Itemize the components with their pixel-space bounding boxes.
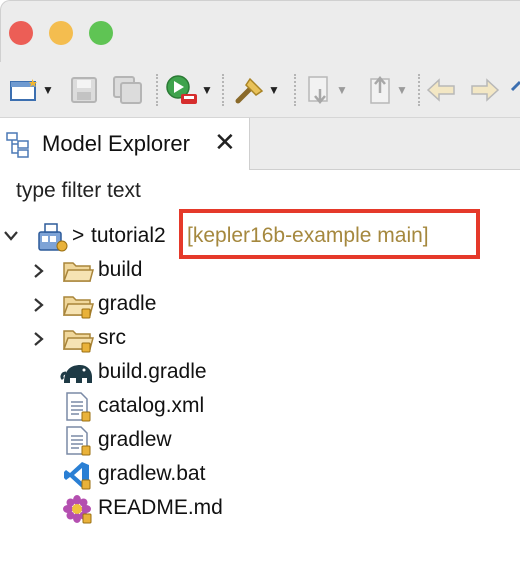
run-icon [166, 75, 197, 104]
markdown-flower-icon [63, 495, 92, 524]
chevron-right-icon[interactable] [33, 297, 45, 313]
save-button[interactable] [70, 70, 98, 110]
forward-icon [471, 78, 500, 102]
chevron-down-icon[interactable] [3, 230, 19, 242]
toolbar-separator [222, 74, 226, 106]
tree-item-build[interactable]: build [0, 254, 520, 288]
toolbar-separator [156, 74, 160, 106]
folder-icon [62, 296, 94, 319]
toolbar-separator [418, 74, 422, 106]
tree-item-src[interactable]: src [0, 322, 520, 356]
chevron-right-icon[interactable] [33, 263, 45, 279]
tools-icon [235, 77, 264, 104]
back-button[interactable] [426, 70, 458, 110]
previous-annotation-icon [370, 76, 390, 104]
tree-item-label: build [98, 258, 143, 281]
tree-item-gradlew[interactable]: gradlew [0, 424, 520, 458]
overflow-icon [510, 80, 520, 92]
text-file-icon [66, 426, 91, 456]
chevron-right-icon[interactable] [33, 331, 45, 347]
gradle-elephant-icon [60, 365, 92, 383]
run-button[interactable]: ▼ [165, 70, 213, 110]
model-explorer-icon [6, 132, 29, 158]
chevron-down-icon[interactable]: ▼ [396, 83, 408, 97]
folder-icon [62, 262, 94, 282]
previous-annotation-button[interactable]: ▼ [366, 70, 408, 110]
vscode-file-icon [64, 462, 91, 490]
next-annotation-button[interactable]: ▼ [306, 70, 348, 110]
tree-item-gradle[interactable]: gradle [0, 288, 520, 322]
filter-bar [0, 172, 520, 210]
tools-button[interactable]: ▼ [234, 70, 280, 110]
tree-item-gradlew-bat[interactable]: gradlew.bat [0, 458, 520, 492]
close-window-button[interactable] [9, 21, 33, 45]
tree-item-catalog-xml[interactable]: catalog.xml [0, 390, 520, 424]
chevron-down-icon[interactable]: ▼ [336, 83, 348, 97]
back-icon [426, 78, 455, 102]
chevron-down-icon[interactable]: ▼ [42, 83, 54, 97]
tab-label: Model Explorer [42, 131, 190, 156]
more-toolbar-button[interactable] [510, 70, 520, 110]
tree-item-label: gradlew [98, 428, 172, 451]
new-wizard-button[interactable]: ▼ [10, 70, 54, 110]
highlight-box [179, 209, 480, 259]
forward-button[interactable] [468, 70, 500, 110]
close-icon[interactable]: ✕ [214, 127, 236, 158]
new-wizard-icon [10, 79, 37, 101]
save-icon [71, 77, 97, 103]
next-annotation-icon [308, 76, 328, 104]
text-file-icon [66, 392, 91, 422]
chevron-down-icon[interactable]: ▼ [268, 83, 280, 97]
folder-icon [62, 330, 94, 353]
chevron-down-icon[interactable]: ▼ [201, 83, 213, 97]
main-toolbar: ▼ ▼ ▼ ▼ ▼ [0, 62, 520, 118]
tab-model-explorer[interactable]: Model Explorer ✕ [0, 118, 250, 170]
tree-item-readme-md[interactable]: README.md [0, 492, 520, 526]
project-icon [38, 223, 68, 252]
tree-item-label: gradle [98, 292, 157, 315]
project-name: tutorial2 [91, 224, 166, 247]
save-all-icon [113, 76, 142, 104]
tree-item-label: gradlew.bat [98, 462, 206, 485]
toolbar-separator [294, 74, 298, 106]
filter-input[interactable] [6, 174, 516, 208]
tree-item-build-gradle[interactable]: build.gradle [0, 356, 520, 390]
tree-item-label: catalog.xml [98, 394, 205, 417]
project-arrow: > [72, 224, 85, 247]
minimize-window-button[interactable] [49, 21, 73, 45]
tree-item-label: README.md [98, 496, 223, 519]
window-titlebar [0, 0, 520, 62]
view-tab-bar: Model Explorer ✕ [0, 118, 520, 170]
save-all-button[interactable] [112, 70, 144, 110]
tree-item-label: build.gradle [98, 360, 207, 383]
zoom-window-button[interactable] [89, 21, 113, 45]
tab-divider [250, 169, 520, 170]
tree-item-label: src [98, 326, 126, 349]
